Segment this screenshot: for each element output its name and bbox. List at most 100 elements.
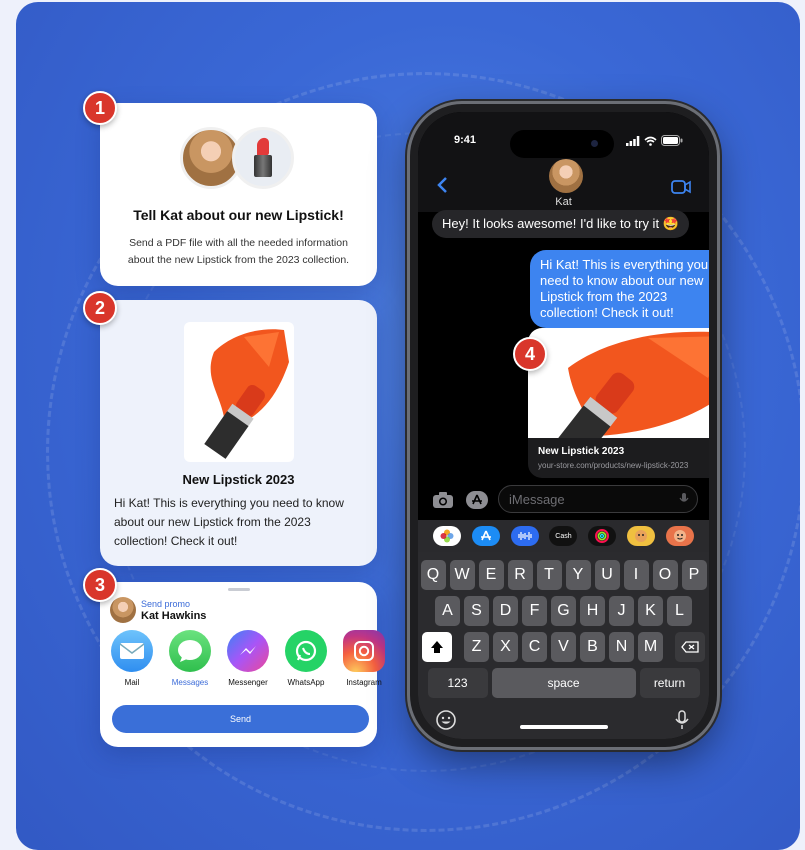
imessage-input[interactable]: iMessage <box>498 485 698 513</box>
status-bar: 9:41 <box>418 130 709 158</box>
stickers-icon[interactable] <box>665 526 694 546</box>
key[interactable]: L <box>667 596 692 626</box>
key[interactable]: X <box>493 632 518 662</box>
step-badge-3: 3 <box>83 568 117 602</box>
key[interactable]: O <box>652 560 678 590</box>
key[interactable]: I <box>623 560 649 590</box>
key[interactable]: Q <box>420 560 446 590</box>
app-store-icon[interactable] <box>466 491 488 509</box>
share-app-label: Mail <box>124 678 140 687</box>
key[interactable]: K <box>638 596 663 626</box>
card-description: Send a PDF file with all the needed info… <box>127 237 350 266</box>
link-url: your-store.com/products/new-lipstick-202… <box>538 461 689 470</box>
share-app-label: Messages <box>171 678 209 687</box>
key[interactable]: N <box>609 632 634 662</box>
key[interactable]: U <box>594 560 620 590</box>
key[interactable]: M <box>638 632 663 662</box>
conversation-header: Kat <box>418 112 709 212</box>
share-app-messages[interactable]: Messages <box>166 630 214 692</box>
phone-screen: Kat 9:41 Hey! It looks awesome! I'd like… <box>418 112 709 739</box>
status-icons <box>626 135 683 146</box>
emoji-key[interactable] <box>436 710 456 735</box>
video-call-icon[interactable] <box>671 180 691 199</box>
key[interactable]: C <box>522 632 547 662</box>
return-key[interactable]: return <box>639 668 700 698</box>
product-message: Hi Kat! This is everything you need to k… <box>114 496 344 548</box>
memoji-icon[interactable] <box>626 526 655 546</box>
share-app-whatsapp[interactable]: WhatsApp <box>282 630 330 692</box>
key[interactable]: H <box>580 596 605 626</box>
share-app-label: Messenger <box>228 678 268 687</box>
home-indicator <box>520 725 608 729</box>
key[interactable]: E <box>478 560 504 590</box>
apple-cash-icon[interactable]: Cash <box>549 526 578 546</box>
dictation-key[interactable] <box>675 710 689 735</box>
share-app-label: Instagram <box>346 678 382 687</box>
messages-icon <box>169 630 211 672</box>
key[interactable]: V <box>551 632 576 662</box>
tray-cash-label: Cash <box>555 532 572 540</box>
share-app-instagram[interactable]: Instagram <box>340 630 385 692</box>
share-app-label: WhatsApp <box>287 678 325 687</box>
pdf-preview-card: New Lipstick 2023 Hi Kat! This is everyt… <box>100 300 377 566</box>
send-button[interactable]: Send <box>112 705 369 733</box>
incoming-message: Hey! It looks awesome! I'd like to try i… <box>432 210 689 238</box>
share-sheet: Send promo Kat Hawkins Mail Messages Mes… <box>100 582 385 747</box>
contact-avatar[interactable] <box>549 159 583 193</box>
emoji-icon <box>436 710 456 730</box>
link-preview-card[interactable]: New Lipstick 2023 your-store.com/product… <box>528 328 709 478</box>
shift-key[interactable] <box>422 632 452 662</box>
key[interactable]: A <box>435 596 460 626</box>
microphone-icon <box>675 710 689 729</box>
app-store-icon[interactable] <box>472 526 501 546</box>
whatsapp-icon <box>285 630 327 672</box>
instagram-icon <box>343 630 385 672</box>
share-app-messenger[interactable]: Messenger <box>224 630 272 692</box>
shift-icon <box>431 641 443 653</box>
key[interactable]: T <box>536 560 562 590</box>
key[interactable]: Y <box>565 560 591 590</box>
share-app-mail[interactable]: Mail <box>108 630 156 692</box>
step-badge-2: 2 <box>83 291 117 325</box>
message-composer: iMessage <box>418 483 709 519</box>
audio-message-icon[interactable] <box>510 526 539 546</box>
dictation-icon[interactable] <box>679 492 689 509</box>
camera-icon[interactable] <box>432 491 454 509</box>
product-thumbnail <box>184 322 294 462</box>
contact-name: Kat Hawkins <box>141 610 207 622</box>
key[interactable]: P <box>681 560 707 590</box>
contact-avatar <box>110 597 136 623</box>
key[interactable]: R <box>507 560 533 590</box>
imessage-app-tray: Cash <box>418 520 709 552</box>
fitness-icon[interactable] <box>588 526 617 546</box>
keyboard: Q W E R T Y U I O P A S D F G H J K L Z … <box>418 552 709 739</box>
key[interactable]: Z <box>464 632 489 662</box>
key[interactable]: G <box>551 596 576 626</box>
messenger-icon <box>227 630 269 672</box>
link-preview-image <box>528 328 709 438</box>
link-title: New Lipstick 2023 <box>538 446 625 457</box>
step-badge-1: 1 <box>83 91 117 125</box>
product-title: New Lipstick 2023 <box>182 472 295 487</box>
tell-kat-card: Tell Kat about our new Lipstick! Send a … <box>100 103 377 286</box>
key[interactable]: S <box>464 596 489 626</box>
lipstick-avatar <box>232 127 294 189</box>
key[interactable]: W <box>449 560 475 590</box>
dynamic-island <box>510 130 614 158</box>
delete-key[interactable] <box>675 632 705 662</box>
mail-icon <box>111 630 153 672</box>
space-key[interactable]: space <box>491 668 636 698</box>
camera-dot <box>591 140 598 147</box>
sheet-grabber[interactable] <box>228 588 250 591</box>
numbers-key[interactable]: 123 <box>427 668 488 698</box>
key[interactable]: B <box>580 632 605 662</box>
contact-name[interactable]: Kat <box>418 196 709 208</box>
key[interactable]: J <box>609 596 634 626</box>
photos-icon[interactable] <box>433 526 462 546</box>
signal-icon <box>626 135 640 146</box>
key[interactable]: D <box>493 596 518 626</box>
battery-icon <box>661 135 683 146</box>
input-placeholder: iMessage <box>509 492 565 507</box>
keyboard-row-1: Q W E R T Y U I O P <box>418 560 709 590</box>
key[interactable]: F <box>522 596 547 626</box>
